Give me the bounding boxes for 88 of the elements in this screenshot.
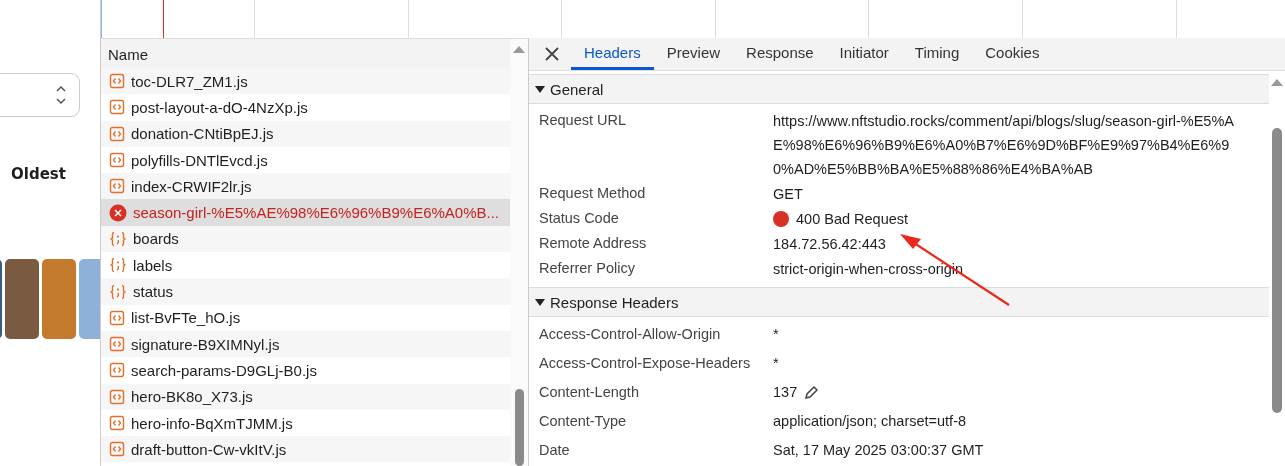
expanded-triangle-icon xyxy=(535,297,545,307)
photo-placeholder[interactable] xyxy=(5,259,39,339)
request-row[interactable]: search-params-D9GLj-B0.js xyxy=(101,357,510,384)
request-row[interactable]: boards xyxy=(101,225,510,253)
section-header[interactable]: General xyxy=(529,74,1269,104)
request-row[interactable]: index-CRWIF2lr.js xyxy=(101,173,510,200)
panel-tab[interactable]: Initiator xyxy=(826,38,902,70)
request-name: index-CRWIF2lr.js xyxy=(131,177,252,195)
name-column-header[interactable]: Name xyxy=(101,39,510,70)
script-file-icon xyxy=(109,73,125,90)
request-row[interactable]: donation-CNtiBpEJ.js xyxy=(101,120,510,147)
panel-tab[interactable]: Headers xyxy=(571,38,654,70)
header-value: 137 xyxy=(773,383,798,402)
request-row[interactable]: status xyxy=(101,278,510,305)
script-file-icon xyxy=(109,125,125,142)
script-file-icon xyxy=(109,309,125,326)
json-braces-icon xyxy=(109,283,127,300)
request-row[interactable]: list-BvFTe_hO.js xyxy=(101,304,510,331)
panel-tab[interactable]: Cookies xyxy=(972,38,1053,70)
header-name: Access-Control-Allow-Origin xyxy=(538,325,722,344)
scrollbar-thumb[interactable] xyxy=(1272,128,1282,413)
script-file-icon xyxy=(109,99,125,116)
header-value: Sat, 17 May 2025 03:00:37 GMT xyxy=(773,441,984,460)
photo-placeholder[interactable] xyxy=(42,259,76,339)
request-row[interactable]: hero-BK8o_X73.js xyxy=(101,383,510,410)
request-name: search-params-D9GLj-B0.js xyxy=(131,361,317,379)
panel-tab[interactable]: Preview xyxy=(653,38,734,70)
header-value: application/json; charset=utf-8 xyxy=(773,412,967,431)
header-name: Access-Control-Expose-Headers xyxy=(538,354,752,373)
request-row[interactable]: polyfills-DNTlEvcd.js xyxy=(101,146,510,174)
script-file-icon xyxy=(109,441,125,458)
request-name: list-BvFTe_hO.js xyxy=(131,309,241,327)
request-row[interactable]: toc-DLR7_ZM1.js xyxy=(101,68,510,95)
error-icon xyxy=(109,203,127,222)
request-name: hero-BK8o_X73.js xyxy=(131,388,253,406)
script-file-icon xyxy=(109,362,125,379)
request-row[interactable]: hero-info-BqXmTJMM.js xyxy=(101,409,510,437)
request-row[interactable]: labels xyxy=(101,252,510,279)
script-file-icon xyxy=(109,152,125,169)
header-name: Date xyxy=(538,441,571,460)
panel-tab[interactable]: Response xyxy=(733,38,827,70)
request-name: post-layout-a-dO-4NzXp.js xyxy=(131,98,308,116)
pencil-icon[interactable] xyxy=(804,385,820,400)
chevron-updown-icon xyxy=(55,84,67,106)
request-name: season-girl-%E5%AE%98%E6%96%B9%E6%A0%B... xyxy=(133,204,500,222)
section-title: General xyxy=(550,80,604,98)
request-name: draft-button-Cw-vkItV.js xyxy=(131,440,287,458)
section-title: Response Headers xyxy=(550,293,679,311)
request-name: status xyxy=(133,283,174,300)
scrollbar-thumb[interactable] xyxy=(515,389,524,466)
header-value: GET xyxy=(773,185,803,204)
expanded-triangle-icon xyxy=(535,84,545,94)
header-value: 400 Bad Request xyxy=(796,210,909,229)
request-name: labels xyxy=(133,256,173,274)
scroll-up-icon[interactable] xyxy=(513,45,525,53)
script-file-icon xyxy=(109,178,125,195)
script-file-icon xyxy=(109,336,125,353)
request-name: hero-info-BqXmTJMM.js xyxy=(131,414,293,432)
request-name: toc-DLR7_ZM1.js xyxy=(131,72,248,90)
request-name: polyfills-DNTlEvcd.js xyxy=(131,151,268,169)
header-value: 184.72.56.42:443 xyxy=(773,235,886,254)
json-braces-icon xyxy=(109,230,127,247)
header-name: Request URL xyxy=(538,111,628,130)
request-name: signature-B9XIMNyl.js xyxy=(131,335,280,353)
script-file-icon xyxy=(109,415,125,431)
sort-label: Oldest xyxy=(11,165,67,183)
header-name: Status Code xyxy=(538,209,620,228)
json-braces-icon xyxy=(109,257,127,274)
request-row[interactable]: season-girl-%E5%AE%98%E6%96%B9%E6%A0%B... xyxy=(101,199,510,226)
request-name: boards xyxy=(133,230,179,248)
request-row[interactable]: post-layout-a-dO-4NzXp.js xyxy=(101,94,510,121)
sort-select[interactable] xyxy=(0,73,80,117)
section-header[interactable]: Response Headers xyxy=(529,287,1269,317)
request-row[interactable]: signature-B9XIMNyl.js xyxy=(101,330,510,358)
scroll-up-icon[interactable] xyxy=(1271,78,1283,86)
header-value: https://www.nftstudio.rocks/comment/api/blogs/slug/season-girl-%E5%AE%98%E6%96%B9%E6%A0%B7%E6%9D%BF%E9%97%B4%E6%90%AD%E5%BB%BA%E5%88%86%E4%BA%AB xyxy=(773,112,1235,179)
header-name: Content-Length xyxy=(538,383,640,402)
request-name: donation-CNtiBpEJ.js xyxy=(131,125,274,143)
header-name: Referrer Policy xyxy=(538,259,636,278)
header-value: * xyxy=(773,325,779,344)
header-name: Remote Address xyxy=(538,234,648,253)
header-name: Content-Type xyxy=(538,412,628,431)
request-row[interactable]: draft-button-Cw-vkItV.js xyxy=(101,436,510,463)
panel-tab[interactable]: Timing xyxy=(901,38,973,70)
close-icon[interactable] xyxy=(545,47,559,61)
header-value: * xyxy=(773,354,779,373)
script-file-icon xyxy=(109,388,125,405)
header-name: Request Method xyxy=(538,184,647,203)
